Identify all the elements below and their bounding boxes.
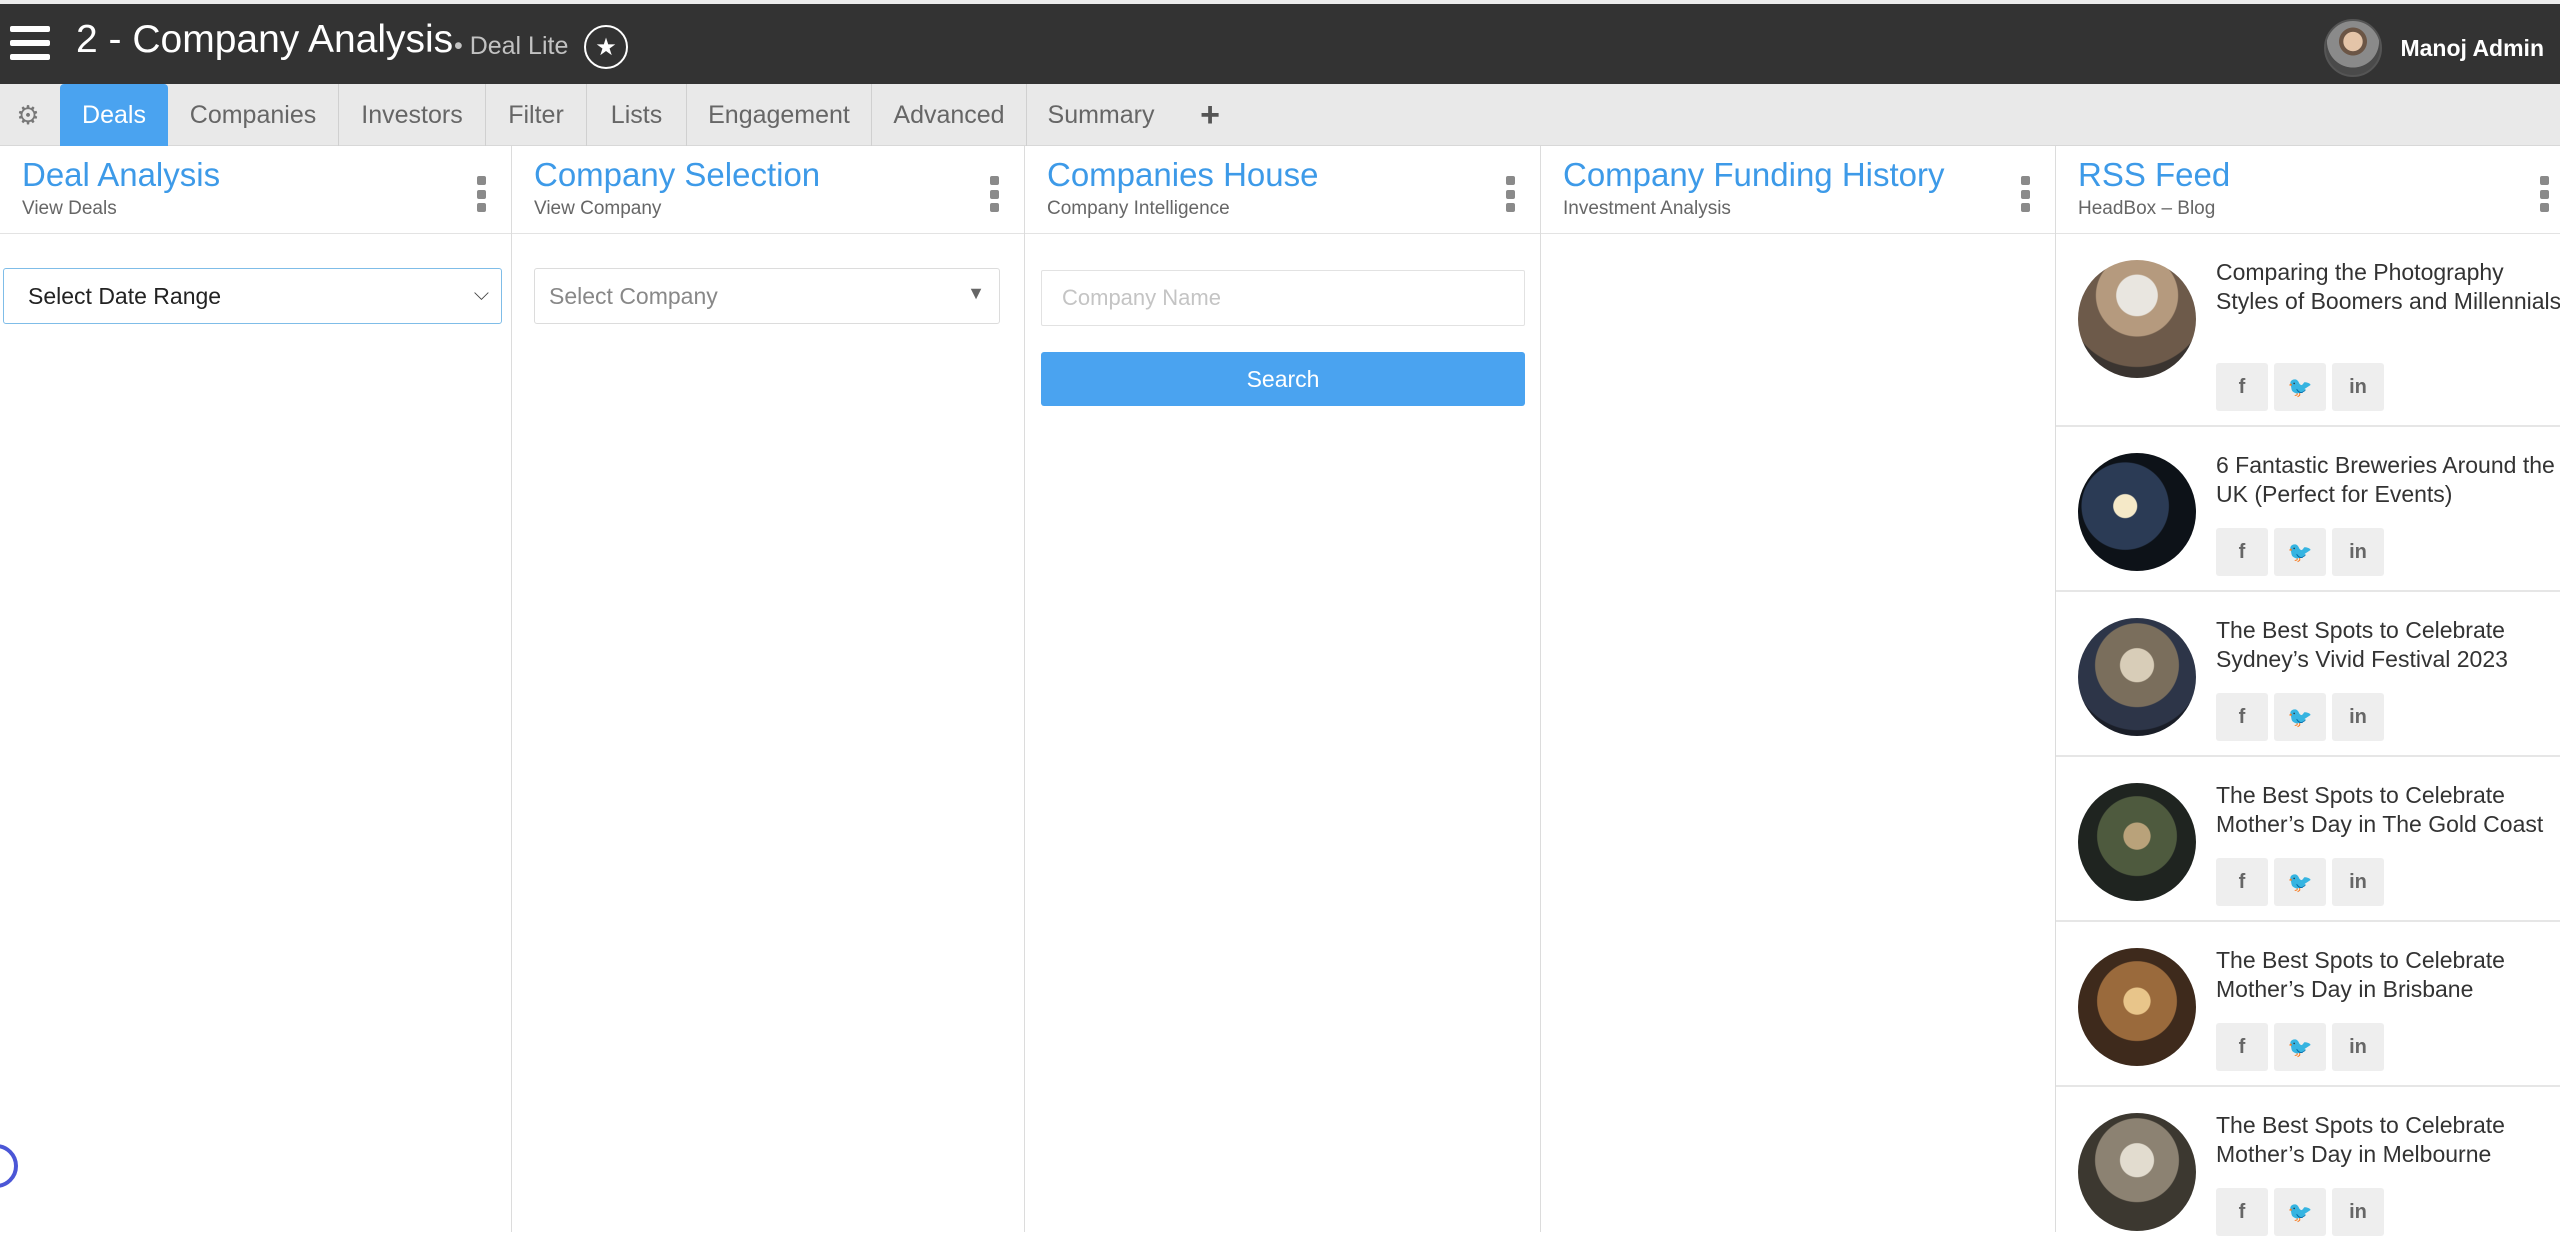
tab-deals[interactable]: Deals — [60, 84, 168, 146]
twitter-icon[interactable]: 🐦 — [2274, 1188, 2326, 1236]
panel-title: Deal Analysis — [22, 156, 221, 193]
rss-list: Comparing the Photography Styles of Boom… — [2056, 234, 2560, 1252]
linkedin-icon[interactable]: in — [2332, 693, 2384, 741]
facebook-icon[interactable]: f — [2216, 693, 2268, 741]
tab-investors[interactable]: Investors — [339, 84, 486, 146]
rss-item: Comparing the Photography Styles of Boom… — [2056, 234, 2560, 427]
top-bar: 2 - Company Analysis • Deal Lite ★ Manoj… — [0, 0, 2560, 84]
company-selection-panel: Company Selection View Company Select Co… — [512, 146, 1025, 1232]
share-buttons: f 🐦 in — [2216, 693, 2384, 741]
panel-subtitle: View Deals — [22, 198, 117, 219]
rss-thumbnail[interactable] — [2078, 453, 2196, 571]
panel-header: RSS Feed HeadBox – Blog — [2056, 146, 2560, 234]
add-tab-button[interactable]: + — [1180, 84, 1240, 146]
tab-filter[interactable]: Filter — [486, 84, 587, 146]
rss-item-title[interactable]: 6 Fantastic Breweries Around the UK (Per… — [2216, 451, 2560, 509]
rss-thumbnail[interactable] — [2078, 1113, 2196, 1231]
rss-item-title[interactable]: Comparing the Photography Styles of Boom… — [2216, 258, 2560, 316]
twitter-icon[interactable]: 🐦 — [2274, 363, 2326, 411]
tab-engagement[interactable]: Engagement — [687, 84, 872, 146]
share-buttons: f 🐦 in — [2216, 1188, 2384, 1236]
tab-lists[interactable]: Lists — [587, 84, 687, 146]
avatar[interactable] — [2324, 19, 2383, 77]
user-name[interactable]: Manoj Admin — [2400, 35, 2544, 62]
panel-subtitle: Investment Analysis — [1563, 198, 1731, 219]
linkedin-icon[interactable]: in — [2332, 528, 2384, 576]
panel-header: Companies House Company Intelligence — [1025, 146, 1540, 234]
funding-history-panel: Company Funding History Investment Analy… — [1541, 146, 2056, 1232]
twitter-icon[interactable]: 🐦 — [2274, 858, 2326, 906]
tab-advanced[interactable]: Advanced — [872, 84, 1027, 146]
share-buttons: f 🐦 in — [2216, 858, 2384, 906]
hamburger-menu-icon[interactable] — [10, 26, 50, 60]
twitter-icon[interactable]: 🐦 — [2274, 693, 2326, 741]
share-buttons: f 🐦 in — [2216, 528, 2384, 576]
more-options-icon[interactable] — [1504, 176, 1516, 212]
linkedin-icon[interactable]: in — [2332, 363, 2384, 411]
gear-icon[interactable]: ⚙ — [0, 84, 56, 146]
rss-thumbnail[interactable] — [2078, 948, 2196, 1066]
panel-header: Company Funding History Investment Analy… — [1541, 146, 2055, 234]
panel-title: Companies House — [1047, 156, 1319, 193]
favorite-star-icon[interactable]: ★ — [584, 25, 628, 69]
more-options-icon[interactable] — [988, 176, 1000, 212]
twitter-icon[interactable]: 🐦 — [2274, 1023, 2326, 1071]
more-options-icon[interactable] — [2538, 176, 2550, 212]
deal-analysis-panel: Deal Analysis View Deals Select Date Ran… — [0, 146, 512, 1232]
page-subtitle: • Deal Lite — [454, 32, 569, 60]
more-options-icon[interactable] — [475, 176, 487, 212]
panel-title: Company Selection — [534, 156, 821, 193]
panel-subtitle: View Company — [534, 198, 662, 219]
chevron-down-icon: ⌵ — [473, 283, 489, 305]
panel-subtitle: HeadBox – Blog — [2078, 198, 2216, 219]
tab-bar: ⚙ Deals Companies Investors Filter Lists… — [0, 84, 2560, 146]
rss-item-title[interactable]: The Best Spots to Celebrate Sydney’s Viv… — [2216, 616, 2560, 674]
rss-item: The Best Spots to Celebrate Mother’s Day… — [2056, 757, 2560, 922]
rss-item-title[interactable]: The Best Spots to Celebrate Mother’s Day… — [2216, 781, 2560, 839]
rss-item-title[interactable]: The Best Spots to Celebrate Mother’s Day… — [2216, 1111, 2560, 1169]
facebook-icon[interactable]: f — [2216, 1188, 2268, 1236]
rss-item: 6 Fantastic Breweries Around the UK (Per… — [2056, 427, 2560, 592]
rss-thumbnail[interactable] — [2078, 783, 2196, 901]
date-range-value: Select Date Range — [28, 282, 222, 309]
date-range-select[interactable]: Select Date Range ⌵ — [3, 268, 502, 324]
facebook-icon[interactable]: f — [2216, 858, 2268, 906]
company-select[interactable]: Select Company ▼ — [534, 268, 1000, 324]
facebook-icon[interactable]: f — [2216, 528, 2268, 576]
panel-title: Company Funding History — [1563, 156, 1945, 193]
company-name-input[interactable] — [1041, 270, 1525, 326]
linkedin-icon[interactable]: in — [2332, 858, 2384, 906]
rss-thumbnail[interactable] — [2078, 260, 2196, 378]
panel-subtitle: Company Intelligence — [1047, 198, 1230, 219]
rss-item: The Best Spots to Celebrate Mother’s Day… — [2056, 1087, 2560, 1252]
panel-header: Company Selection View Company — [512, 146, 1024, 234]
rss-item: The Best Spots to Celebrate Mother’s Day… — [2056, 922, 2560, 1087]
panel-header: Deal Analysis View Deals — [0, 146, 511, 234]
search-button[interactable]: Search — [1041, 352, 1525, 406]
facebook-icon[interactable]: f — [2216, 1023, 2268, 1071]
linkedin-icon[interactable]: in — [2332, 1188, 2384, 1236]
more-options-icon[interactable] — [2019, 176, 2031, 212]
twitter-icon[interactable]: 🐦 — [2274, 528, 2326, 576]
tab-summary[interactable]: Summary — [1027, 84, 1175, 146]
tab-companies[interactable]: Companies — [168, 84, 339, 146]
rss-item: The Best Spots to Celebrate Sydney’s Viv… — [2056, 592, 2560, 757]
panel-title: RSS Feed — [2078, 156, 2231, 193]
share-buttons: f 🐦 in — [2216, 1023, 2384, 1071]
linkedin-icon[interactable]: in — [2332, 1023, 2384, 1071]
page-title: 2 - Company Analysis — [76, 18, 454, 61]
facebook-icon[interactable]: f — [2216, 363, 2268, 411]
companies-house-panel: Companies House Company Intelligence Sea… — [1025, 146, 1541, 1232]
user-menu[interactable]: Manoj Admin — [2324, 19, 2544, 77]
share-buttons: f 🐦 in — [2216, 363, 2384, 411]
caret-down-icon: ▼ — [967, 283, 985, 303]
rss-feed-panel: RSS Feed HeadBox – Blog Comparing the Ph… — [2056, 146, 2560, 1236]
company-select-placeholder: Select Company — [549, 282, 718, 309]
rss-item-title[interactable]: The Best Spots to Celebrate Mother’s Day… — [2216, 946, 2560, 1004]
rss-thumbnail[interactable] — [2078, 618, 2196, 736]
